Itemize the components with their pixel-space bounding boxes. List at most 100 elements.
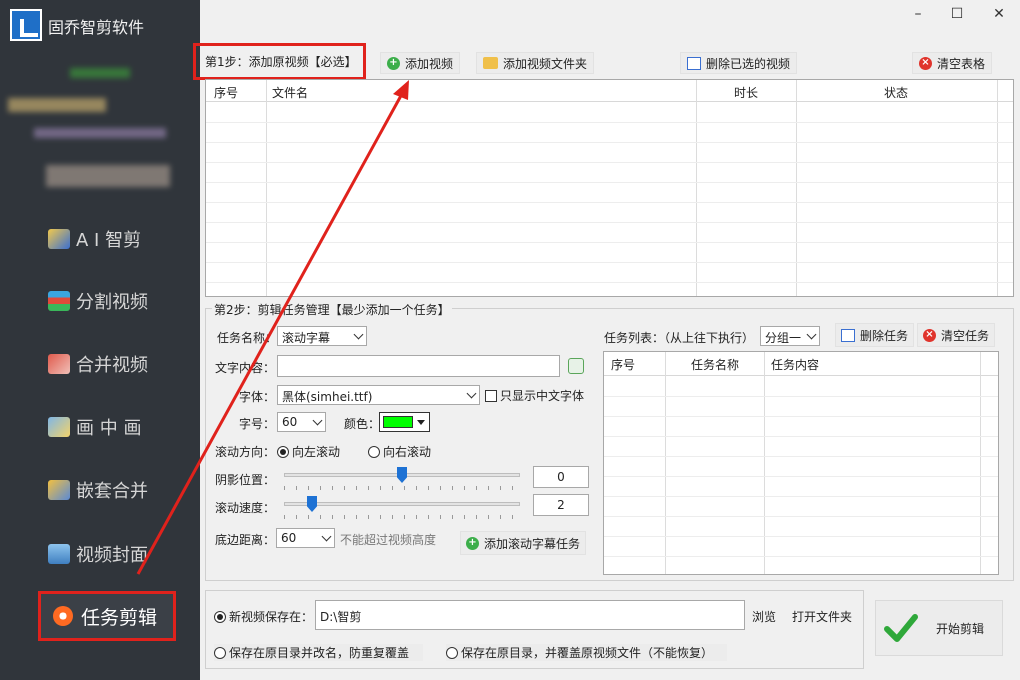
video-table[interactable]: 序号 文件名 时长 状态	[205, 79, 1014, 297]
sidebar-item-ai[interactable]: A I 智剪	[48, 224, 141, 254]
column-header: 任务内容	[771, 358, 820, 372]
column-divider	[980, 352, 981, 574]
sidebar-item-merge[interactable]: 合并视频	[48, 349, 148, 379]
merge-film-icon	[48, 354, 70, 374]
delete-task-button[interactable]: 删除任务	[835, 323, 915, 347]
maximize-button[interactable]: ☐	[947, 6, 967, 22]
row-divider	[206, 122, 1013, 123]
sidebar-item-task-edit[interactable]: 任务剪辑	[38, 591, 176, 641]
direction-right-label: 向右滚动	[383, 445, 432, 459]
row-divider	[206, 162, 1013, 163]
sidebar-item-cover[interactable]: 视频封面	[48, 539, 148, 569]
minimize-button[interactable]: –	[908, 6, 928, 22]
font-label: 字体：	[239, 390, 276, 404]
text-content-input[interactable]	[277, 355, 560, 377]
save-overwrite-radio[interactable]: 保存在原目录，并覆盖原视频文件（不能恢复）	[446, 644, 728, 661]
step1-label-highlight: 第1步：添加原视频【必选】	[193, 43, 366, 80]
add-scroll-task-button[interactable]: + 添加滚动字幕任务	[460, 531, 587, 555]
sidebar-item-label: 视频封面	[76, 545, 148, 566]
column-header: 时长	[734, 86, 759, 100]
row-divider	[206, 262, 1013, 263]
task-name-value: 滚动字幕	[282, 331, 331, 345]
chevron-down-icon	[353, 329, 364, 340]
only-chinese-checkbox[interactable]: 只显示中文字体	[485, 387, 584, 404]
bottom-distance-select[interactable]: 60	[276, 528, 335, 548]
delete-selected-button[interactable]: 删除已选的视频	[680, 52, 798, 74]
clear-x-icon: ×	[919, 56, 932, 70]
task-name-label: 任务名称：	[217, 331, 278, 345]
add-folder-button[interactable]: 添加视频文件夹	[476, 52, 595, 74]
direction-left-radio[interactable]: 向左滚动	[277, 443, 340, 460]
refresh-icon[interactable]	[568, 358, 584, 374]
task-gear-icon	[53, 606, 73, 626]
color-picker[interactable]	[379, 412, 430, 432]
start-edit-label: 开始剪辑	[936, 621, 985, 636]
column-header: 任务名称	[691, 358, 740, 372]
column-divider	[796, 80, 797, 296]
row-divider	[206, 182, 1013, 183]
column-divider	[696, 80, 697, 296]
row-divider	[206, 242, 1013, 243]
only-chinese-label: 只显示中文字体	[500, 389, 585, 403]
blurred-account-line	[34, 128, 166, 138]
sidebar-item-label: 分割视频	[76, 292, 148, 313]
save-new-radio[interactable]: 新视频保存在：	[214, 608, 313, 625]
bottom-distance-label: 底边距离：	[215, 533, 276, 547]
start-edit-button[interactable]: 开始剪辑	[875, 600, 1003, 656]
sidebar-item-label: 嵌套合并	[76, 481, 148, 502]
chevron-down-icon	[466, 388, 477, 399]
bottom-distance-value: 60	[281, 531, 297, 545]
clear-task-button[interactable]: × 清空任务	[917, 323, 996, 347]
font-select[interactable]: 黑体(simhei.ttf)	[277, 385, 480, 405]
add-scroll-task-label: 添加滚动字幕任务	[484, 536, 581, 551]
sidebar-item-nested[interactable]: 嵌套合并	[48, 475, 148, 505]
close-button[interactable]: ✕	[989, 6, 1009, 22]
speed-value-input[interactable]: 2	[533, 494, 589, 516]
sidebar-item-pip[interactable]: 画 中 画	[48, 412, 141, 442]
shadow-value-input[interactable]: 0	[533, 466, 589, 488]
delete-window-icon	[841, 328, 855, 342]
sidebar-item-label: 合并视频	[76, 355, 148, 376]
delete-task-label: 删除任务	[860, 328, 909, 343]
column-header: 序号	[611, 358, 636, 372]
radio-dot	[214, 610, 226, 623]
add-video-button[interactable]: + 添加视频	[380, 52, 461, 74]
group-select[interactable]: 分组一	[760, 326, 820, 346]
row-divider	[206, 142, 1013, 143]
step2-title: 第2步：剪辑任务管理【最少添加一个任务】	[212, 301, 452, 318]
chevron-down-icon	[321, 531, 332, 542]
direction-right-radio[interactable]: 向右滚动	[368, 443, 431, 460]
task-name-select[interactable]: 滚动字幕	[277, 326, 367, 346]
clear-table-label: 清空表格	[937, 56, 986, 71]
step1-label: 第1步：添加原视频【必选】	[205, 55, 357, 69]
column-header: 文件名	[272, 86, 309, 100]
blurred-account-line	[8, 98, 106, 112]
add-folder-label: 添加视频文件夹	[503, 56, 588, 71]
radio-dot	[277, 445, 289, 458]
font-value: 黑体(simhei.ttf)	[282, 390, 373, 404]
speed-slider[interactable]	[284, 502, 520, 506]
clear-table-button[interactable]: × 清空表格	[912, 52, 993, 74]
row-divider	[604, 456, 998, 457]
row-divider	[604, 536, 998, 537]
save-rename-radio[interactable]: 保存在原目录并改名，防重复覆盖	[214, 644, 424, 661]
sidebar-item-label: 任务剪辑	[81, 606, 158, 629]
color-swatch	[383, 416, 413, 428]
column-divider	[764, 352, 765, 574]
video-cover-icon	[48, 544, 70, 564]
row-divider	[604, 476, 998, 477]
task-table[interactable]: 序号 任务名称 任务内容	[603, 351, 999, 575]
save-overwrite-label: 保存在原目录，并覆盖原视频文件（不能恢复）	[461, 646, 714, 660]
split-film-icon	[48, 291, 70, 311]
save-path-input[interactable]: D:\智剪	[315, 600, 745, 630]
bottom-distance-hint: 不能超过视频高度	[340, 533, 437, 547]
open-folder-button[interactable]: 打开文件夹	[792, 608, 852, 625]
shadow-label: 阴影位置：	[215, 473, 276, 487]
sidebar-item-split[interactable]: 分割视频	[48, 286, 148, 316]
radio-dot	[446, 646, 458, 659]
blurred-account-line	[70, 68, 130, 78]
task-table-header: 序号 任务名称 任务内容	[604, 352, 998, 376]
browse-button[interactable]: 浏览	[752, 608, 776, 625]
size-select[interactable]: 60	[277, 412, 326, 432]
size-value: 60	[282, 415, 298, 429]
